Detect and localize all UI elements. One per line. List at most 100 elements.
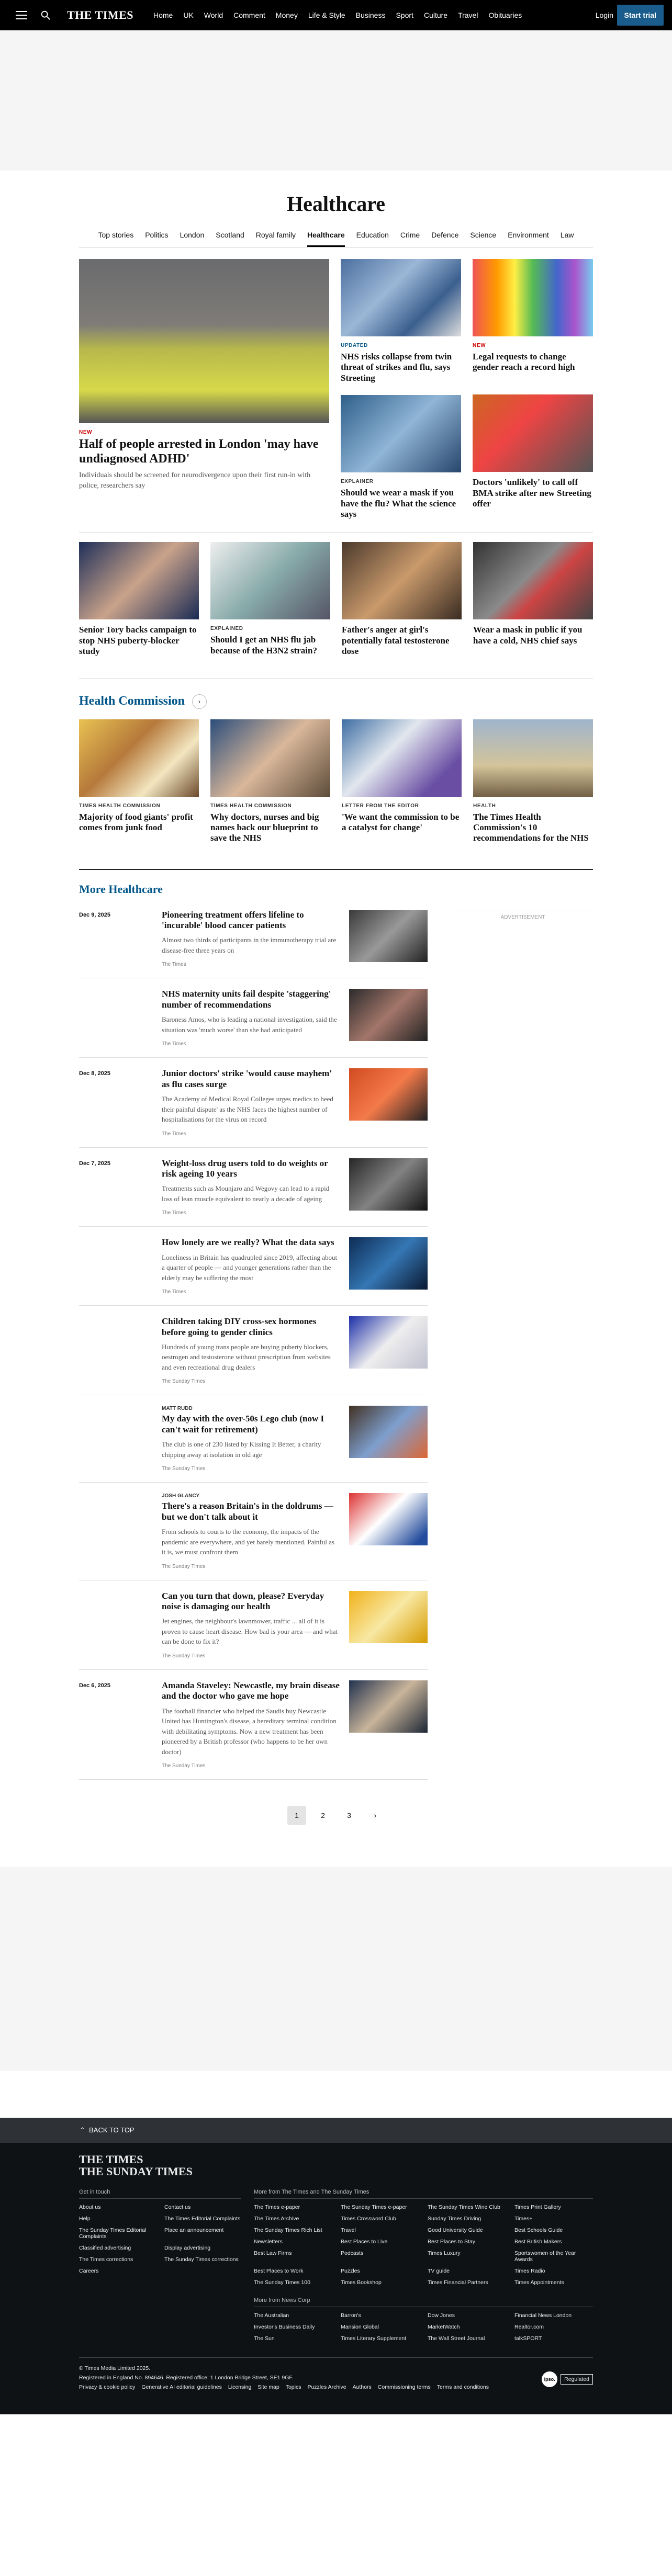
list-item[interactable]: MATT RUDD My day with the over-50s Lego c…	[79, 1406, 428, 1483]
article-card-title[interactable]: Father's anger at girl's potentially fat…	[342, 625, 462, 657]
footer-link[interactable]: Times Bookshop	[341, 2279, 419, 2286]
page-1-button[interactable]: 1	[287, 1806, 306, 1825]
article-card[interactable]: Father's anger at girl's potentially fat…	[342, 542, 462, 657]
footer-link[interactable]: Newsletters	[254, 2239, 332, 2245]
footer-link[interactable]: Best Places to Stay	[428, 2239, 506, 2245]
article-card-title[interactable]: Should I get an NHS flu jab because of t…	[210, 635, 330, 656]
footer-link[interactable]: The Times Archive	[254, 2216, 332, 2222]
footer-logo[interactable]: THE TIMES THE SUNDAY TIMES	[79, 2153, 593, 2177]
article-card[interactable]: NEW Legal requests to change gender reac…	[473, 259, 593, 383]
article-card[interactable]: Senior Tory backs campaign to stop NHS p…	[79, 542, 199, 657]
list-item[interactable]: Can you turn that down, please? Everyday…	[79, 1590, 428, 1670]
article-card[interactable]: Doctors 'unlikely' to call off BMA strik…	[473, 394, 593, 519]
feed-image[interactable]	[349, 1158, 428, 1211]
footer-link[interactable]: Investor's Business Daily	[254, 2324, 332, 2330]
footer-link[interactable]: Contact us	[164, 2204, 241, 2210]
footer-link[interactable]: Privacy & cookie policy	[79, 2384, 135, 2390]
footer-link[interactable]: Sunday Times Driving	[428, 2216, 506, 2222]
footer-link[interactable]: Times Radio	[514, 2268, 593, 2274]
feed-image[interactable]	[349, 1316, 428, 1369]
footer-link[interactable]: Help	[79, 2216, 156, 2222]
footer-link[interactable]: The Times Editorial Complaints	[164, 2216, 241, 2222]
footer-link[interactable]: Best Law Firms	[254, 2250, 332, 2263]
footer-link[interactable]: Terms and conditions	[437, 2384, 489, 2390]
feed-title[interactable]: Children taking DIY cross-sex hormones b…	[162, 1316, 340, 1338]
login-link[interactable]: Login	[596, 11, 613, 19]
footer-link[interactable]: Mansion Global	[341, 2324, 419, 2330]
feed-title[interactable]: Pioneering treatment offers lifeline to …	[162, 910, 340, 931]
nav-link-travel[interactable]: Travel	[458, 11, 478, 19]
article-card-image[interactable]	[79, 542, 199, 620]
article-card[interactable]: HEALTH The Times Health Commission's 10 …	[473, 719, 593, 844]
list-item[interactable]: NHS maternity units fail despite 'stagge…	[79, 989, 428, 1058]
article-card-image[interactable]	[341, 395, 461, 473]
footer-link[interactable]: Topics	[286, 2384, 301, 2390]
footer-link[interactable]: The Sunday Times e-paper	[341, 2204, 419, 2210]
footer-link[interactable]: Puzzles	[341, 2268, 419, 2274]
footer-link[interactable]: The Times corrections	[79, 2256, 156, 2263]
subnav-healthcare[interactable]: Healthcare	[307, 228, 345, 247]
footer-link[interactable]: About us	[79, 2204, 156, 2210]
footer-link[interactable]: Generative AI editorial guidelines	[141, 2384, 222, 2390]
subnav-top-stories[interactable]: Top stories	[98, 228, 134, 247]
search-icon[interactable]	[40, 9, 51, 21]
footer-link[interactable]: Financial News London	[514, 2312, 593, 2319]
article-card-title[interactable]: 'We want the commission to be a catalyst…	[342, 812, 462, 833]
feed-title[interactable]: Junior doctors' strike 'would cause mayh…	[162, 1068, 340, 1090]
nav-link-obituaries[interactable]: Obituaries	[488, 11, 522, 19]
page-2-button[interactable]: 2	[313, 1806, 332, 1825]
feed-image[interactable]	[349, 1068, 428, 1121]
footer-link[interactable]: The Sun	[254, 2335, 332, 2342]
footer-link[interactable]: The Wall Street Journal	[428, 2335, 506, 2342]
article-card[interactable]: TIMES HEALTH COMMISSION Majority of food…	[79, 719, 199, 844]
article-card-image[interactable]	[342, 719, 462, 797]
ipso-badge[interactable]: ipso. Regulated	[542, 2365, 593, 2393]
nav-link-culture[interactable]: Culture	[424, 11, 447, 19]
article-card-title[interactable]: Senior Tory backs campaign to stop NHS p…	[79, 625, 199, 657]
back-to-top-button[interactable]: ⌃ BACK TO TOP	[0, 2118, 672, 2143]
article-card-title[interactable]: Doctors 'unlikely' to call off BMA strik…	[473, 477, 593, 509]
times-logo[interactable]: THE TIMES	[67, 8, 133, 22]
subnav-environment[interactable]: Environment	[508, 228, 549, 247]
feed-image[interactable]	[349, 1590, 428, 1643]
footer-link[interactable]: The Sunday Times Rich List	[254, 2227, 332, 2233]
article-card-image[interactable]	[473, 259, 593, 336]
list-item[interactable]: Dec 6, 2025 Amanda Staveley: Newcastle, …	[79, 1680, 428, 1780]
footer-link[interactable]: Times+	[514, 2216, 593, 2222]
nav-link-home[interactable]: Home	[153, 11, 173, 19]
footer-link[interactable]: The Sunday Times 100	[254, 2279, 332, 2286]
list-item[interactable]: Dec 9, 2025 Pioneering treatment offers …	[79, 909, 428, 979]
start-trial-button[interactable]: Start trial	[617, 5, 664, 26]
lead-article[interactable]: NEW Half of people arrested in London 'm…	[79, 259, 329, 519]
footer-link[interactable]: Sportswomen of the Year Awards	[514, 2250, 593, 2263]
footer-link[interactable]: Careers	[79, 2268, 156, 2274]
article-card-title[interactable]: Why doctors, nurses and big names back o…	[210, 812, 330, 844]
footer-link[interactable]: Times Luxury	[428, 2250, 506, 2263]
feed-image[interactable]	[349, 1680, 428, 1733]
article-card[interactable]: EXPLAINER Should we wear a mask if you h…	[341, 395, 461, 519]
list-item[interactable]: Dec 8, 2025 Junior doctors' strike 'woul…	[79, 1068, 428, 1148]
chevron-right-icon[interactable]: ›	[192, 694, 207, 709]
footer-link[interactable]: talkSPORT	[514, 2335, 593, 2342]
feed-image[interactable]	[349, 1493, 428, 1546]
footer-link[interactable]: Best Schools Guide	[514, 2227, 593, 2233]
list-item[interactable]: JOSH GLANCY There's a reason Britain's in…	[79, 1493, 428, 1580]
footer-link[interactable]: Best Places to Live	[341, 2239, 419, 2245]
subnav-politics[interactable]: Politics	[145, 228, 168, 247]
article-card-title[interactable]: NHS risks collapse from twin threat of s…	[341, 352, 461, 383]
footer-link[interactable]: Times Financial Partners	[428, 2279, 506, 2286]
article-card-image[interactable]	[210, 719, 330, 797]
next-page-icon[interactable]: ›	[366, 1806, 385, 1825]
footer-link[interactable]: The Sunday Times Editorial Complaints	[79, 2227, 156, 2240]
article-card-title[interactable]: Majority of food giants' profit comes fr…	[79, 812, 199, 833]
article-card-title[interactable]: Should we wear a mask if you have the fl…	[341, 488, 461, 519]
footer-link[interactable]: Realtor.com	[514, 2324, 593, 2330]
article-card[interactable]: TIMES HEALTH COMMISSION Why doctors, nur…	[210, 719, 330, 844]
footer-link[interactable]: Travel	[341, 2227, 419, 2233]
nav-link-life-style[interactable]: Life & Style	[308, 11, 345, 19]
subnav-royal-family[interactable]: Royal family	[256, 228, 296, 247]
page-3-button[interactable]: 3	[340, 1806, 359, 1825]
footer-link[interactable]: Classified advertising	[79, 2245, 156, 2251]
footer-link[interactable]: The Sunday Times Wine Club	[428, 2204, 506, 2210]
feed-image[interactable]	[349, 989, 428, 1042]
